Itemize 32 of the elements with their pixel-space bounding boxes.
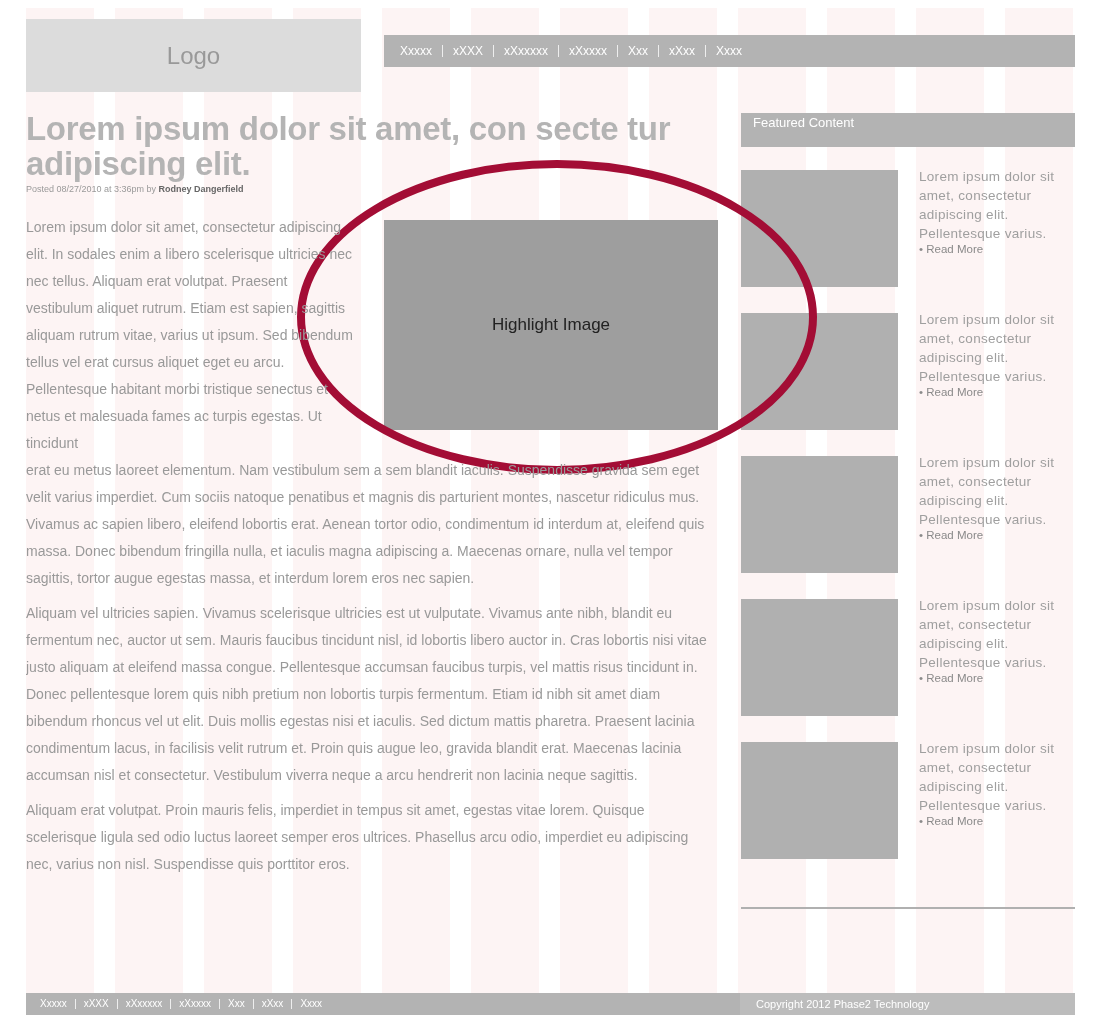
nav-link[interactable]: xXxx [658, 45, 706, 57]
article-title: Lorem ipsum dolor sit amet, con secte tur adipiscing elit. [26, 111, 672, 181]
read-more-link[interactable]: • Read More [919, 529, 1065, 542]
footer-link[interactable]: xXXX [74, 999, 117, 1009]
read-more-link[interactable]: • Read More [919, 386, 1065, 399]
footer-link[interactable]: xXxxxx [170, 999, 220, 1009]
teaser-text: Lorem ipsum dolor sit amet, consectetur adipiscing elit. Pellentesque varius. [919, 454, 1056, 529]
nav-link[interactable]: Xxxx [705, 45, 753, 57]
logo-placeholder[interactable]: Logo [26, 19, 361, 92]
nav-link[interactable]: Xxx [617, 45, 659, 57]
read-more-link[interactable]: • Read More [919, 672, 1065, 685]
footer-link[interactable]: Xxx [219, 999, 253, 1009]
nav-link[interactable]: xXXX [442, 45, 494, 57]
image-label: Highlight Image [491, 315, 611, 335]
footer-link[interactable]: xXxxxxx [116, 999, 171, 1009]
byline: Posted 08/27/2010 at 3:36pm by Rodney Dangerfield [26, 184, 245, 194]
teaser-text: Lorem ipsum dolor sit amet, consectetur adipiscing elit. Pellentesque varius. [919, 740, 1056, 815]
footer-link[interactable]: Xxxx [291, 999, 331, 1009]
sidebar-heading: Featured Content [741, 113, 1075, 147]
read-more-link[interactable]: • Read More [919, 243, 1065, 256]
read-more-link[interactable]: • Read More [919, 815, 1065, 828]
nav-link[interactable]: xXxxxx [558, 45, 618, 57]
copyright: Copyright 2012 Phase2 Technology [740, 993, 1075, 1015]
body-paragraph: Aliquam erat volutpat. Proin mauris felis, imperdiet in tempus sit amet, egestas vitae lorem. Quisque scelerisque ligula sed odio luctus laoreet semper eros ultrices. Phasellus arcu odio, imperdiet eu adipiscing nec, varius non nisl. Suspendisse quis porttitor eros. [26, 801, 690, 874]
nav-link[interactable]: xXxxxxx [493, 45, 559, 57]
footer-link[interactable]: xXxx [252, 999, 292, 1009]
footer-link[interactable]: Xxxxx [32, 999, 75, 1009]
teaser-text: Lorem ipsum dolor sit amet, consectetur adipiscing elit. Pellentesque varius. [919, 597, 1056, 672]
teaser-text: Lorem ipsum dolor sit amet, consectetur adipiscing elit. Pellentesque varius. [919, 311, 1056, 386]
body-paragraph: Aliquam vel ultricies sapien. Vivamus scelerisque ultricies est ut vulputate. Vivamus ante nibh, blandit eu fermentum nec, auctor ut sem. Mauris faucibus tincidunt nisl, id lobortis libero auctor in. Cras lobortis nisi vitae justo aliquam at eleifend massa congue. Pellentesque accumsan faucibus turpis, vel mattis risus tincidunt in. Donec pellentesque lorem quis nibh pretium non lobortis turpis fermentum. Etiam id nibh sit amet diam bibendum rhoncus vel ut elit. Duis mollis egestas nisi et iaculis. Sed dictum mattis pharetra. Praesent lacinia condimentum lacus, in facilisis velit rutrum et. Proin quis augue leo, gravida blandit erat. Maecenas lacinia accumsan nisl et consectetur. Vestibulum viverra neque a arcu hendrerit non lacinia neque sagittis. [26, 604, 708, 785]
teaser-text: Lorem ipsum dolor sit amet, consectetur adipiscing elit. Pellentesque varius. [919, 168, 1056, 243]
nav-link[interactable]: Xxxxx [390, 45, 442, 57]
